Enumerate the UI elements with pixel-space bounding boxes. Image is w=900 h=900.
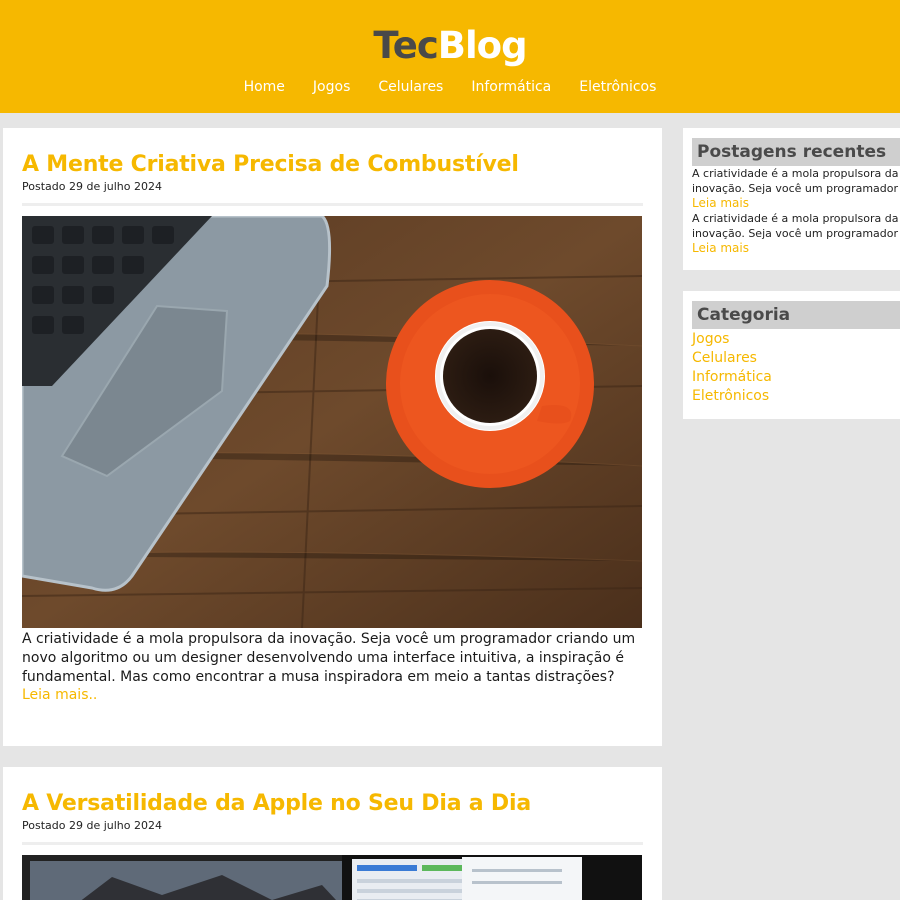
post-title[interactable]: A Mente Criativa Precisa de Combustível: [22, 150, 643, 180]
nav-jogos[interactable]: Jogos: [313, 79, 350, 95]
category-link-jogos[interactable]: Jogos: [692, 330, 900, 349]
logo-part-blog: Blog: [437, 24, 528, 67]
logo-part-tec: Tec: [373, 24, 438, 67]
categories-list: Jogos Celulares Informática Eletrônicos: [692, 330, 900, 406]
recent-post-text-line2: inovação. Seja você um programador: [692, 182, 899, 195]
recent-post-read-more[interactable]: Leia mais: [692, 241, 900, 256]
recent-posts-widget: Postagens recentes A criatividade é a mo…: [683, 128, 900, 270]
post-date: Postado 29 de julho 2024: [22, 180, 162, 193]
recent-posts-title: Postagens recentes: [692, 138, 900, 166]
recent-post-text-line2: inovação. Seja você um programador: [692, 227, 899, 240]
nav-informatica[interactable]: Informática: [471, 79, 551, 95]
category-link-eletronicos[interactable]: Eletrônicos: [692, 387, 900, 406]
read-more-link[interactable]: Leia mais..: [22, 687, 643, 703]
recent-post-text-line1: A criatividade é a mola propulsora da: [692, 167, 899, 180]
recent-post-text-line1: A criatividade é a mola propulsora da: [692, 212, 899, 225]
nav-celulares[interactable]: Celulares: [378, 79, 443, 95]
post-card: A Mente Criativa Precisa de Combustível …: [3, 128, 662, 746]
categories-title: Categoria: [692, 301, 900, 329]
site-logo[interactable]: TecBlog: [0, 24, 900, 67]
recent-post-item: A criatividade é a mola propulsora da in…: [692, 211, 900, 256]
post-excerpt: A criatividade é a mola propulsora da in…: [22, 631, 636, 685]
recent-post-item: A criatividade é a mola propulsora da in…: [692, 166, 900, 211]
post-card: A Versatilidade da Apple no Seu Dia a Di…: [3, 767, 662, 900]
nav-eletronicos[interactable]: Eletrônicos: [579, 79, 656, 95]
site-header: TecBlog Home Jogos Celulares Informática…: [0, 0, 900, 113]
main-nav: Home Jogos Celulares Informática Eletrôn…: [0, 79, 900, 95]
category-link-celulares[interactable]: Celulares: [692, 349, 900, 368]
post-title[interactable]: A Versatilidade da Apple no Seu Dia a Di…: [22, 789, 643, 819]
recent-post-read-more[interactable]: Leia mais: [692, 196, 900, 211]
categories-widget: Categoria Jogos Celulares Informática El…: [683, 291, 900, 419]
post-image-laptop-coffee[interactable]: [22, 216, 642, 628]
divider: [22, 203, 643, 206]
post-image-apple-laptop[interactable]: [22, 855, 642, 900]
post-date: Postado 29 de julho 2024: [22, 819, 162, 832]
divider: [22, 842, 643, 845]
category-link-informatica[interactable]: Informática: [692, 368, 900, 387]
nav-home[interactable]: Home: [244, 79, 285, 95]
